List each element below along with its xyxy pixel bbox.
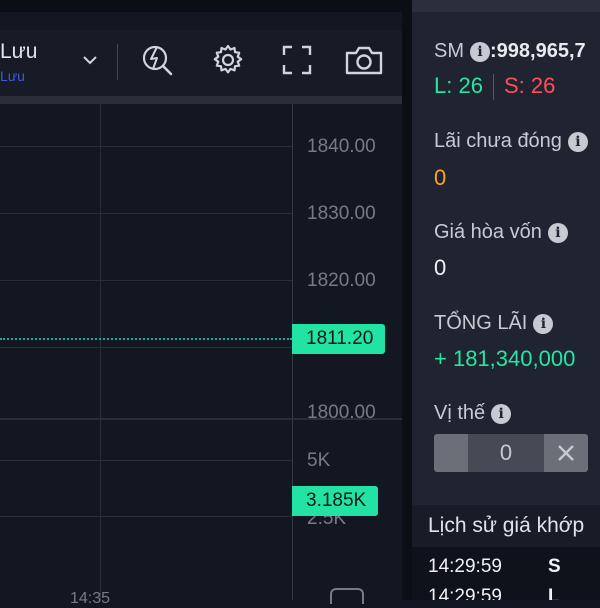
- grid-line-horizontal: [0, 347, 292, 348]
- position-input[interactable]: 0: [468, 434, 544, 472]
- history-row-side: S: [548, 556, 561, 577]
- chart-toolbar: [0, 30, 402, 96]
- sm-label: SM: [434, 40, 464, 62]
- quick-search-button[interactable]: [138, 40, 178, 80]
- unrealized-label: Lãi chưa đóng: [434, 130, 562, 152]
- toolbar-separator: [117, 44, 118, 80]
- fullscreen-button[interactable]: [277, 40, 317, 80]
- panel-divider[interactable]: [402, 0, 412, 600]
- position-stepper: 0: [434, 434, 588, 472]
- breakeven-row: Giá hòa vốn i: [434, 221, 568, 244]
- lightning-search-icon: [142, 45, 173, 76]
- sm-value: :998,965,7: [490, 40, 586, 62]
- position-label: Vị thế: [434, 402, 486, 424]
- volume-axis-tick: 5K: [307, 450, 331, 471]
- grid-line-horizontal: [0, 146, 292, 147]
- chart-panel: Lưu Lưu 1840.00 1830.00 1820.00 1800.00 …: [0, 0, 402, 607]
- long-short-separator: [492, 74, 494, 101]
- total-profit-label: TỔNG LÃI: [434, 312, 528, 334]
- position-clear-button[interactable]: [544, 434, 588, 472]
- account-panel-top-strip: [412, 0, 600, 12]
- chart-corner-icon[interactable]: [330, 588, 364, 604]
- account-panel: SM i:998,965,7 L: 26 S: 26 Lãi chưa đóng i …: [412, 0, 600, 600]
- grid-line-horizontal: [0, 516, 292, 517]
- symbol-dropdown-button[interactable]: [72, 40, 108, 80]
- info-icon[interactable]: i: [567, 131, 588, 152]
- time-axis-label: 14:35: [70, 590, 111, 607]
- total-profit-value: + 181,340,000: [434, 346, 576, 371]
- price-axis-tick: 1830.00: [307, 203, 376, 224]
- long-count: L: 26: [434, 73, 483, 98]
- camera-icon: [345, 46, 383, 75]
- current-volume-badge: 3.185K: [292, 486, 379, 516]
- sm-row: SM i:998,965,7: [434, 40, 586, 63]
- chart-top-strip: [0, 0, 402, 12]
- history-row-side: L: [548, 586, 560, 600]
- gear-icon: [213, 44, 243, 74]
- breakeven-label: Giá hòa vốn: [434, 221, 542, 243]
- history-title: Lịch sử giá khớp: [428, 514, 585, 537]
- fullscreen-icon: [282, 45, 312, 75]
- info-icon[interactable]: i: [470, 41, 490, 62]
- toolbar-divider: [0, 96, 402, 104]
- symbol-name[interactable]: Lưu: [0, 40, 37, 64]
- current-price-line: [0, 338, 292, 340]
- price-chart-plot[interactable]: 1840.00 1830.00 1820.00 1800.00 1811.20 …: [0, 104, 402, 607]
- screenshot-button[interactable]: [344, 40, 384, 80]
- grid-line-vertical: [100, 104, 101, 600]
- price-axis-tick: 1840.00: [307, 136, 376, 157]
- long-short-row: L: 26 S: 26: [434, 73, 556, 101]
- info-icon[interactable]: i: [491, 403, 512, 424]
- position-row: Vị thế i: [434, 402, 512, 425]
- breakeven-value: 0: [434, 255, 447, 280]
- unrealized-value: 0: [434, 165, 447, 190]
- settings-button[interactable]: [208, 40, 248, 80]
- symbol-subtitle: Lưu: [0, 68, 25, 84]
- history-row-time: 14:29:59: [428, 586, 502, 600]
- current-price-badge: 1811.20: [292, 324, 386, 354]
- total-profit-row: TỔNG LÃI i: [434, 312, 554, 335]
- close-icon: [558, 445, 574, 461]
- price-axis-tick: 1820.00: [307, 270, 376, 291]
- grid-line-horizontal: [0, 280, 292, 281]
- grid-line-horizontal: [0, 213, 292, 214]
- info-icon[interactable]: i: [533, 313, 554, 334]
- position-decrement-button[interactable]: [434, 434, 468, 472]
- grid-line-horizontal: [0, 460, 292, 461]
- short-count: S: 26: [503, 73, 556, 98]
- history-row-time: 14:29:59: [428, 556, 502, 577]
- info-icon[interactable]: i: [547, 222, 568, 243]
- price-axis-tick: 1800.00: [307, 402, 376, 423]
- chevron-down-icon: [83, 56, 97, 65]
- unrealized-row: Lãi chưa đóng i: [434, 130, 588, 153]
